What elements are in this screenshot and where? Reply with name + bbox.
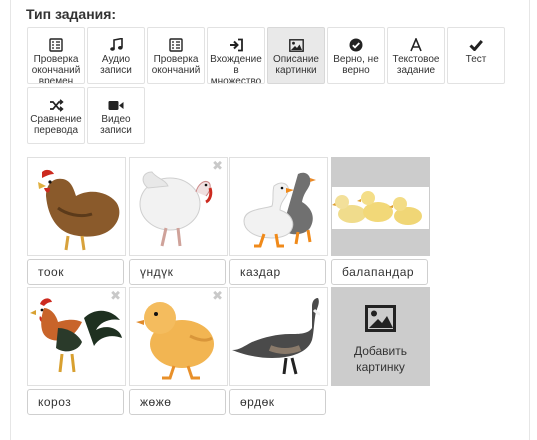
task-type-audio-button[interactable]: Аудио записи (87, 27, 145, 84)
task-type-label: Аудио записи (100, 54, 132, 76)
check-circle-icon (328, 37, 384, 53)
picture-name-field[interactable]: үндүк (129, 259, 226, 285)
task-type-true-false-button[interactable]: Верно, не верно (327, 27, 385, 84)
task-type-set-membership-button[interactable]: Вхождение в множество (207, 27, 265, 84)
task-type-label: Верно, не верно (333, 54, 379, 76)
task-type-test-button[interactable]: Тест (447, 27, 505, 84)
task-type-label: Тест (465, 54, 487, 65)
task-type-translation-button[interactable]: Сравнение перевода (27, 87, 85, 144)
task-type-label: Вхождение в множество (210, 54, 262, 84)
task-type-label: Сравнение перевода (30, 114, 82, 136)
picture-name-field[interactable]: короз (27, 389, 124, 415)
picture-name-field[interactable]: балапандар (331, 259, 428, 285)
check-list-icon (148, 37, 204, 53)
add-picture-label: Добавить картинку (353, 344, 408, 374)
picture-rooster[interactable]: ✖ (27, 287, 126, 386)
task-type-label: Текстовое задание (392, 54, 440, 76)
picture-hen[interactable] (27, 157, 126, 256)
task-type-endings-button[interactable]: Проверка окончаний (147, 27, 205, 84)
check-list-icon (28, 37, 84, 53)
section-title: Тип задания: (26, 6, 117, 22)
picture-goose[interactable] (229, 287, 328, 386)
picture-name-field[interactable]: өрдөк (229, 389, 326, 415)
add-picture-button[interactable]: Добавить картинку (331, 287, 430, 386)
task-type-label: Проверка окончаний времен (31, 54, 81, 84)
remove-picture-icon[interactable]: ✖ (110, 289, 121, 303)
picture-icon (268, 37, 324, 53)
picture-turkey[interactable]: ✖ (129, 157, 228, 256)
font-icon (388, 37, 444, 53)
remove-picture-icon[interactable]: ✖ (212, 159, 223, 173)
task-type-text-button[interactable]: Текстовое задание (387, 27, 445, 84)
picture-icon (365, 305, 396, 337)
task-type-label: Проверка окончаний (151, 54, 201, 76)
task-type-label: Описание картинки (272, 54, 319, 76)
task-type-label: Видео записи (100, 114, 132, 136)
task-type-ending-tense-button[interactable]: Проверка окончаний времен (27, 27, 85, 84)
music-icon (88, 37, 144, 53)
task-type-video-button[interactable]: Видео записи (87, 87, 145, 144)
video-camera-icon (88, 97, 144, 113)
picture-name-field[interactable]: каздар (229, 259, 326, 285)
picture-geese[interactable] (229, 157, 328, 256)
shuffle-icon (28, 97, 84, 113)
remove-picture-icon[interactable]: ✖ (212, 289, 223, 303)
task-type-picture-description-button[interactable]: Описание картинки (267, 27, 325, 84)
sign-in-icon (208, 37, 264, 53)
picture-name-field[interactable]: тоок (27, 259, 124, 285)
picture-chick[interactable]: ✖ (129, 287, 228, 386)
picture-name-field[interactable]: жөжө (129, 389, 226, 415)
picture-ducklings[interactable] (331, 157, 430, 256)
check-mark-icon (448, 37, 504, 53)
